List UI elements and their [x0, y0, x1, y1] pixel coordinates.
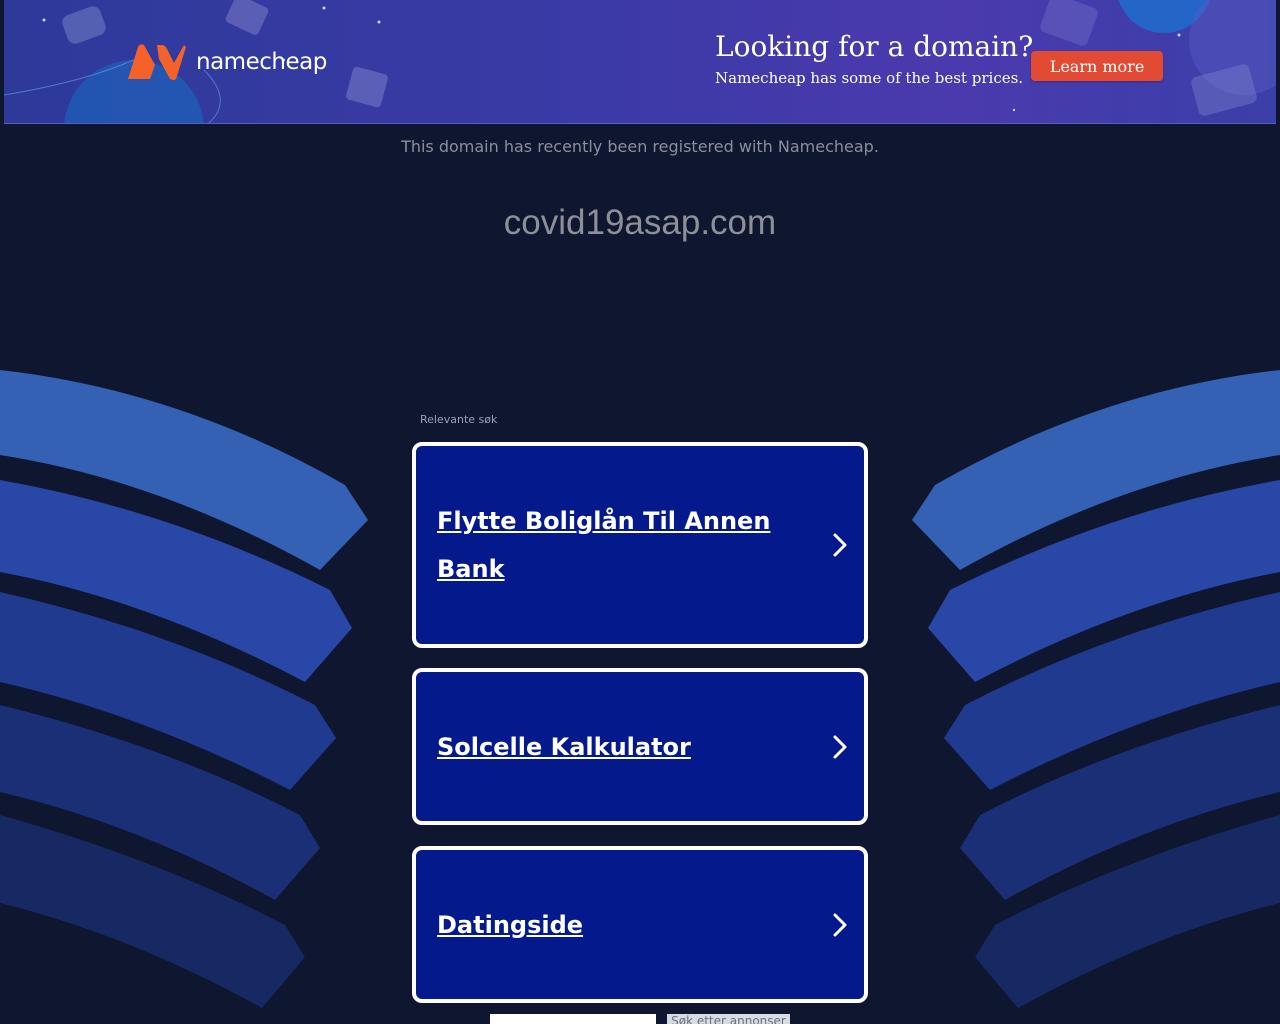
related-search-label: Solcelle Kalkulator [437, 732, 691, 761]
promo-subtitle: Namecheap has some of the best prices. [715, 69, 1024, 87]
namecheap-logo[interactable]: namecheap [124, 42, 327, 82]
registered-notice: This domain has recently been registered… [401, 137, 879, 156]
chevron-right-icon [833, 533, 847, 557]
related-search-label: Datingside [437, 910, 584, 939]
promo-title: Looking for a domain? [715, 30, 1034, 63]
related-searches-label: Relevante søk [420, 413, 498, 426]
related-search-link[interactable]: Flytte Boliglån Til Annen Bank [412, 442, 868, 648]
learn-more-button[interactable]: Learn more [1031, 51, 1163, 81]
namecheap-logo-icon [128, 44, 186, 80]
logo-text: namecheap [196, 49, 327, 75]
chevron-right-icon [833, 735, 847, 758]
chevron-right-icon [833, 913, 847, 936]
page: namecheap Looking for a domain? Namechea… [0, 0, 1280, 1024]
related-search-link[interactable]: Solcelle Kalkulator [412, 668, 868, 825]
namecheap-banner[interactable]: namecheap Looking for a domain? Namechea… [4, 0, 1276, 124]
ad-search-input[interactable] [490, 1014, 656, 1024]
domain-name: covid19asap.com [503, 203, 777, 242]
related-search-link[interactable]: Datingside [412, 846, 868, 1003]
ad-search-button[interactable]: Søk etter annonser [667, 1014, 790, 1024]
related-search-label: Flytte Boliglån Til Annen Bank [437, 507, 771, 583]
